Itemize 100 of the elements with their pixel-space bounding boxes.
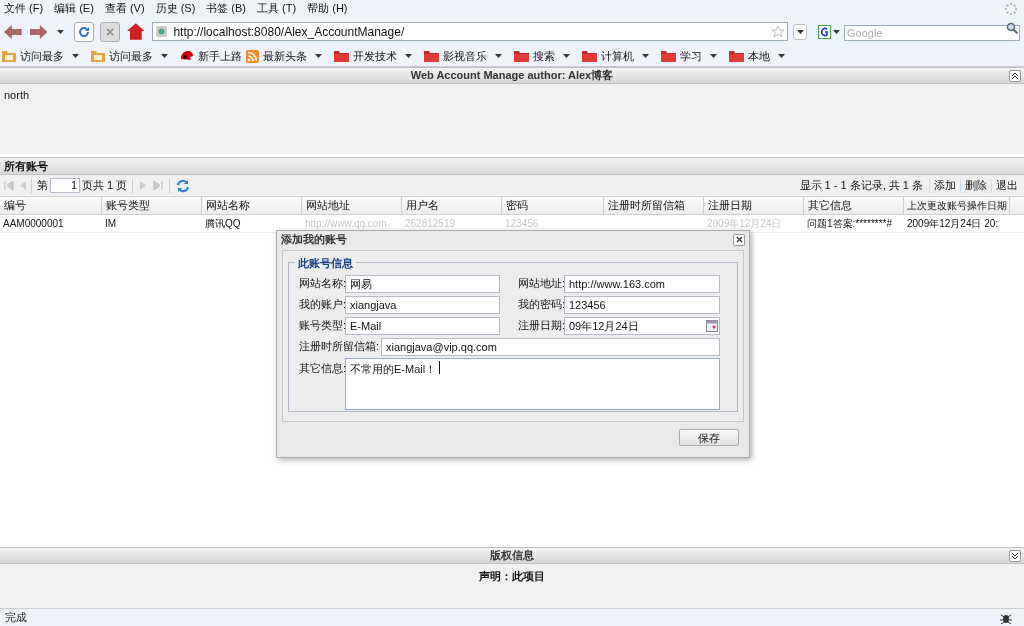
page-count: 页共 1 页 <box>82 178 128 194</box>
toolbar-button[interactable]: 添加 <box>932 177 958 194</box>
close-button[interactable] <box>733 233 745 246</box>
hat-icon <box>180 50 194 62</box>
text-field[interactable]: 123456 <box>564 295 720 314</box>
fieldset-legend: 此账号信息 <box>295 255 356 272</box>
field-label: 我的密码: <box>518 297 562 313</box>
menu-item[interactable]: 查看 (V) <box>104 0 145 17</box>
text-area[interactable]: 不常用的E-Mail！ <box>345 358 720 410</box>
caret-icon[interactable] <box>72 54 79 58</box>
caret-icon[interactable] <box>495 54 502 58</box>
folder-icon <box>729 50 744 62</box>
bookmark-item[interactable]: 最新头条 <box>263 47 307 65</box>
bookmark-item[interactable]: 学习 <box>680 47 702 65</box>
toolbar-button[interactable]: 退出 <box>994 177 1020 194</box>
forward-icon[interactable] <box>29 23 48 40</box>
folder-icon <box>661 50 676 62</box>
address-bar[interactable]: http://localhost:8080/Alex_AccountManage/ <box>152 22 789 41</box>
collapse-up-icon[interactable] <box>1009 70 1021 82</box>
refresh-icon[interactable] <box>176 178 191 193</box>
column-header[interactable]: 密码 <box>502 197 604 214</box>
bookmark-item[interactable]: 访问最多 <box>109 47 153 65</box>
folder-icon <box>2 50 16 62</box>
field-label: 注册时所留信箱: <box>299 339 379 355</box>
caret-icon[interactable] <box>642 54 649 58</box>
panel-title: 版权信息 <box>490 548 534 564</box>
save-button[interactable]: 保存 <box>679 429 739 446</box>
status-text: 完成 <box>5 610 28 626</box>
panel-title: Web Account Manage author: Alex博客 <box>410 68 614 84</box>
folder-icon <box>514 50 529 62</box>
bookmark-item[interactable]: 开发技术 <box>353 47 397 65</box>
toolbar-button[interactable]: 删除 <box>963 177 989 194</box>
caret-icon[interactable] <box>315 54 322 58</box>
text-field[interactable]: xiangjava <box>345 295 500 314</box>
bookmark-item[interactable]: 计算机 <box>601 47 634 65</box>
stop-button[interactable] <box>100 21 120 42</box>
menu-item[interactable]: 工具 (T) <box>257 0 297 17</box>
spinner-icon <box>1004 1 1018 16</box>
column-header[interactable]: 注册时所留信箱 <box>604 197 704 214</box>
field-label: 网站名称: <box>299 276 343 292</box>
column-header[interactable]: 上次更改账号操作日期 <box>904 197 1010 214</box>
column-header[interactable]: 账号类型 <box>102 197 202 214</box>
text-field[interactable]: xiangjava@vip.qq.com <box>381 337 720 356</box>
menu-item[interactable]: 文件 (F) <box>4 0 44 17</box>
panel-text: north <box>4 89 30 101</box>
caret-icon[interactable] <box>832 29 840 34</box>
history-dropdown-button[interactable] <box>793 23 807 40</box>
table-cell-text: IM <box>105 217 117 231</box>
caret-icon[interactable] <box>405 54 412 58</box>
calendar-icon[interactable] <box>706 319 718 332</box>
bookmark-item[interactable]: 新手上路 <box>198 47 242 65</box>
table-cell-text: 2009年12月24日 20: <box>907 217 999 231</box>
column-header[interactable]: 其它信息 <box>804 197 904 214</box>
text-field[interactable]: http://www.163.com <box>564 274 720 293</box>
text-field[interactable]: 09年12月24日 <box>564 316 720 335</box>
back-icon[interactable] <box>4 23 22 40</box>
bookmark-item[interactable]: 访问最多 <box>20 47 64 65</box>
menu-item[interactable]: 历史 (S) <box>155 0 196 17</box>
menu-item[interactable]: 书签 (B) <box>206 0 247 17</box>
field-label: 其它信息: <box>299 361 343 376</box>
bookmark-item[interactable]: 影视音乐 <box>443 47 487 65</box>
field-label: 账号类型: <box>299 318 343 334</box>
text-field[interactable]: E-Mail <box>345 316 500 335</box>
bookmark-item[interactable]: 本地 <box>748 47 770 65</box>
folder-icon <box>91 50 105 62</box>
folder-icon <box>582 50 597 62</box>
caret-icon[interactable] <box>57 29 65 34</box>
expand-down-icon[interactable] <box>1009 550 1021 562</box>
bookmark-item[interactable]: 搜索 <box>533 47 555 65</box>
field-label: 网站地址: <box>518 276 562 292</box>
site-icon <box>156 26 168 37</box>
column-header[interactable]: 编号 <box>0 197 102 214</box>
menu-item[interactable]: 帮助 (H) <box>307 0 348 17</box>
column-header[interactable]: 注册日期 <box>704 197 804 214</box>
column-header[interactable]: 网站名称 <box>202 197 302 214</box>
google-icon[interactable] <box>817 24 831 39</box>
folder-icon <box>424 50 439 62</box>
caret-icon[interactable] <box>778 54 785 58</box>
table-cell-text: 腾讯QQ <box>205 217 241 231</box>
table-cell-text: 问题1答案:********# <box>807 217 893 231</box>
text-field[interactable]: 网易 <box>345 274 500 293</box>
star-icon[interactable] <box>772 25 785 38</box>
rss-icon <box>246 49 259 63</box>
caret-icon[interactable] <box>710 54 717 58</box>
menu-item[interactable]: 编辑 (E) <box>54 0 94 17</box>
reload-icon <box>78 25 91 38</box>
panel-title: 所有账号 <box>4 158 48 174</box>
record-summary: 显示 1 - 1 条记录, 共 1 条 <box>799 178 923 194</box>
stop-icon <box>105 27 114 36</box>
column-header[interactable]: 网站地址 <box>302 197 402 214</box>
caret-icon[interactable] <box>563 54 570 58</box>
home-icon[interactable] <box>126 23 145 40</box>
page-number-field[interactable]: 1 <box>50 178 80 193</box>
url-text: http://localhost:8080/Alex_AccountManage/ <box>173 23 406 41</box>
caret-icon[interactable] <box>161 54 168 58</box>
search-field[interactable]: Google <box>843 24 1020 41</box>
field-label: 我的账户: <box>299 297 343 313</box>
search-icon[interactable] <box>1005 21 1018 34</box>
column-header[interactable]: 用户名 <box>402 197 502 214</box>
reload-button[interactable] <box>74 21 94 42</box>
